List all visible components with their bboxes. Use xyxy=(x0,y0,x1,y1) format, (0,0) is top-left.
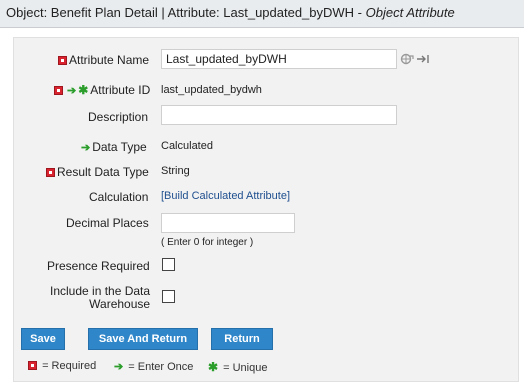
page-title: Object: Benefit Plan Detail | Attribute:… xyxy=(0,0,524,28)
result-data-type-value: String xyxy=(161,165,190,177)
attribute-name-input[interactable] xyxy=(161,49,397,69)
data-type-label: ➔ Data Type xyxy=(81,140,147,154)
enter-once-icon: ➔ xyxy=(67,85,77,97)
legend-required: = Required xyxy=(28,360,96,372)
attribute-id-value: last_updated_bydwh xyxy=(161,84,262,96)
description-input[interactable] xyxy=(161,105,397,125)
legend-enter-once: ➔ = Enter Once xyxy=(114,361,194,373)
attribute-name-label: Attribute Name xyxy=(58,53,149,67)
attribute-id-label: ➔ ✱ Attribute ID xyxy=(54,83,150,97)
required-icon xyxy=(28,361,37,370)
decimal-places-input[interactable] xyxy=(161,213,295,233)
return-button[interactable]: Return xyxy=(211,328,273,350)
required-icon xyxy=(46,168,55,177)
save-and-return-button[interactable]: Save And Return xyxy=(88,328,198,350)
unique-icon: ✱ xyxy=(208,360,219,374)
presence-required-label: Presence Required xyxy=(47,259,150,273)
include-dw-checkbox[interactable] xyxy=(162,290,175,303)
decimal-places-label: Decimal Places xyxy=(66,216,149,230)
globe-translate-icon[interactable] xyxy=(400,53,414,65)
legend-unique: ✱ = Unique xyxy=(208,360,268,374)
page-title-suffix: Object Attribute xyxy=(365,5,455,20)
enter-once-icon: ➔ xyxy=(114,361,124,373)
page-title-prefix: Object: Benefit Plan Detail | Attribute:… xyxy=(6,5,366,20)
save-button[interactable]: Save xyxy=(21,328,65,350)
enter-once-icon: ➔ xyxy=(81,142,91,154)
description-label: Description xyxy=(88,110,149,124)
unique-icon: ✱ xyxy=(78,83,89,97)
include-dw-label: Include in the Data Warehouse xyxy=(50,284,151,311)
build-calculated-attribute-link[interactable]: [Build Calculated Attribute] xyxy=(161,190,290,202)
arrow-right-bar-icon[interactable] xyxy=(416,53,430,65)
calculation-label: Calculation xyxy=(89,190,149,204)
required-icon xyxy=(58,56,67,65)
required-icon xyxy=(54,86,63,95)
presence-required-checkbox[interactable] xyxy=(162,258,175,271)
result-data-type-label: Result Data Type xyxy=(46,165,149,179)
data-type-value: Calculated xyxy=(161,140,213,152)
decimal-places-hint: ( Enter 0 for integer ) xyxy=(161,237,254,248)
